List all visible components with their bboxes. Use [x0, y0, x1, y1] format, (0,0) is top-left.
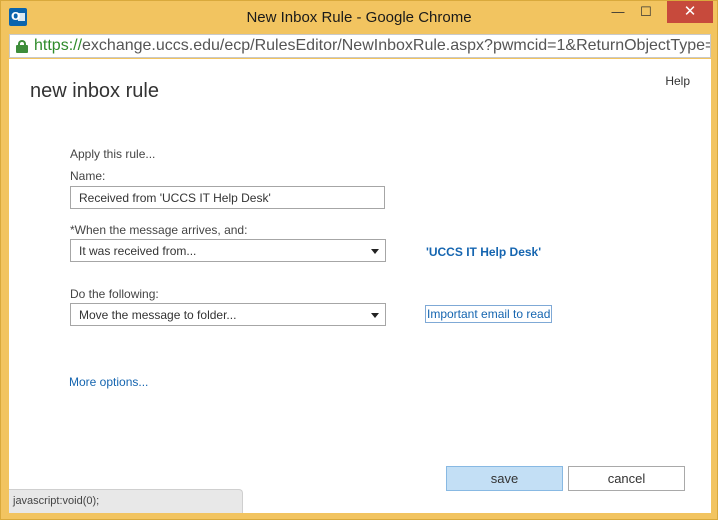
url-scheme: https://	[34, 37, 83, 54]
page-content: Help new inbox rule Apply this rule... N…	[9, 59, 711, 513]
apply-rule-label: Apply this rule...	[70, 147, 156, 161]
action-select[interactable]: Move the message to folder...	[70, 303, 386, 326]
cancel-button[interactable]: cancel	[568, 466, 685, 491]
browser-window: New Inbox Rule - Google Chrome — ☐ ✕ htt…	[0, 0, 718, 520]
more-options-link[interactable]: More options...	[69, 375, 148, 389]
sender-value-link[interactable]: 'UCCS IT Help Desk'	[426, 245, 541, 259]
name-input[interactable]: Received from 'UCCS IT Help Desk'	[70, 186, 385, 209]
page-title: new inbox rule	[30, 80, 159, 102]
url-rest: exchange.uccs.edu/ecp/RulesEditor/NewInb…	[82, 37, 711, 54]
chevron-down-icon	[371, 249, 379, 254]
minimize-button[interactable]: —	[605, 1, 631, 23]
close-button[interactable]: ✕	[667, 1, 713, 23]
folder-value-link[interactable]: Important email to read	[425, 305, 553, 323]
maximize-button[interactable]: ☐	[633, 1, 659, 23]
when-condition-value: It was received from...	[79, 244, 197, 258]
help-link[interactable]: Help	[665, 74, 690, 88]
status-bar: javascript:void(0);	[9, 489, 243, 513]
chevron-down-icon	[371, 313, 379, 318]
address-bar[interactable]: https://exchange.uccs.edu/ecp/RulesEdito…	[9, 34, 711, 58]
url-text: https://exchange.uccs.edu/ecp/RulesEdito…	[34, 37, 711, 55]
action-value: Move the message to folder...	[79, 308, 237, 322]
name-label: Name:	[70, 169, 106, 183]
lock-icon	[16, 40, 28, 53]
save-button[interactable]: save	[446, 466, 563, 491]
do-following-label: Do the following:	[70, 287, 159, 301]
when-label: *When the message arrives, and:	[70, 223, 248, 237]
title-bar: New Inbox Rule - Google Chrome — ☐ ✕	[1, 1, 717, 33]
when-condition-select[interactable]: It was received from...	[70, 239, 386, 262]
